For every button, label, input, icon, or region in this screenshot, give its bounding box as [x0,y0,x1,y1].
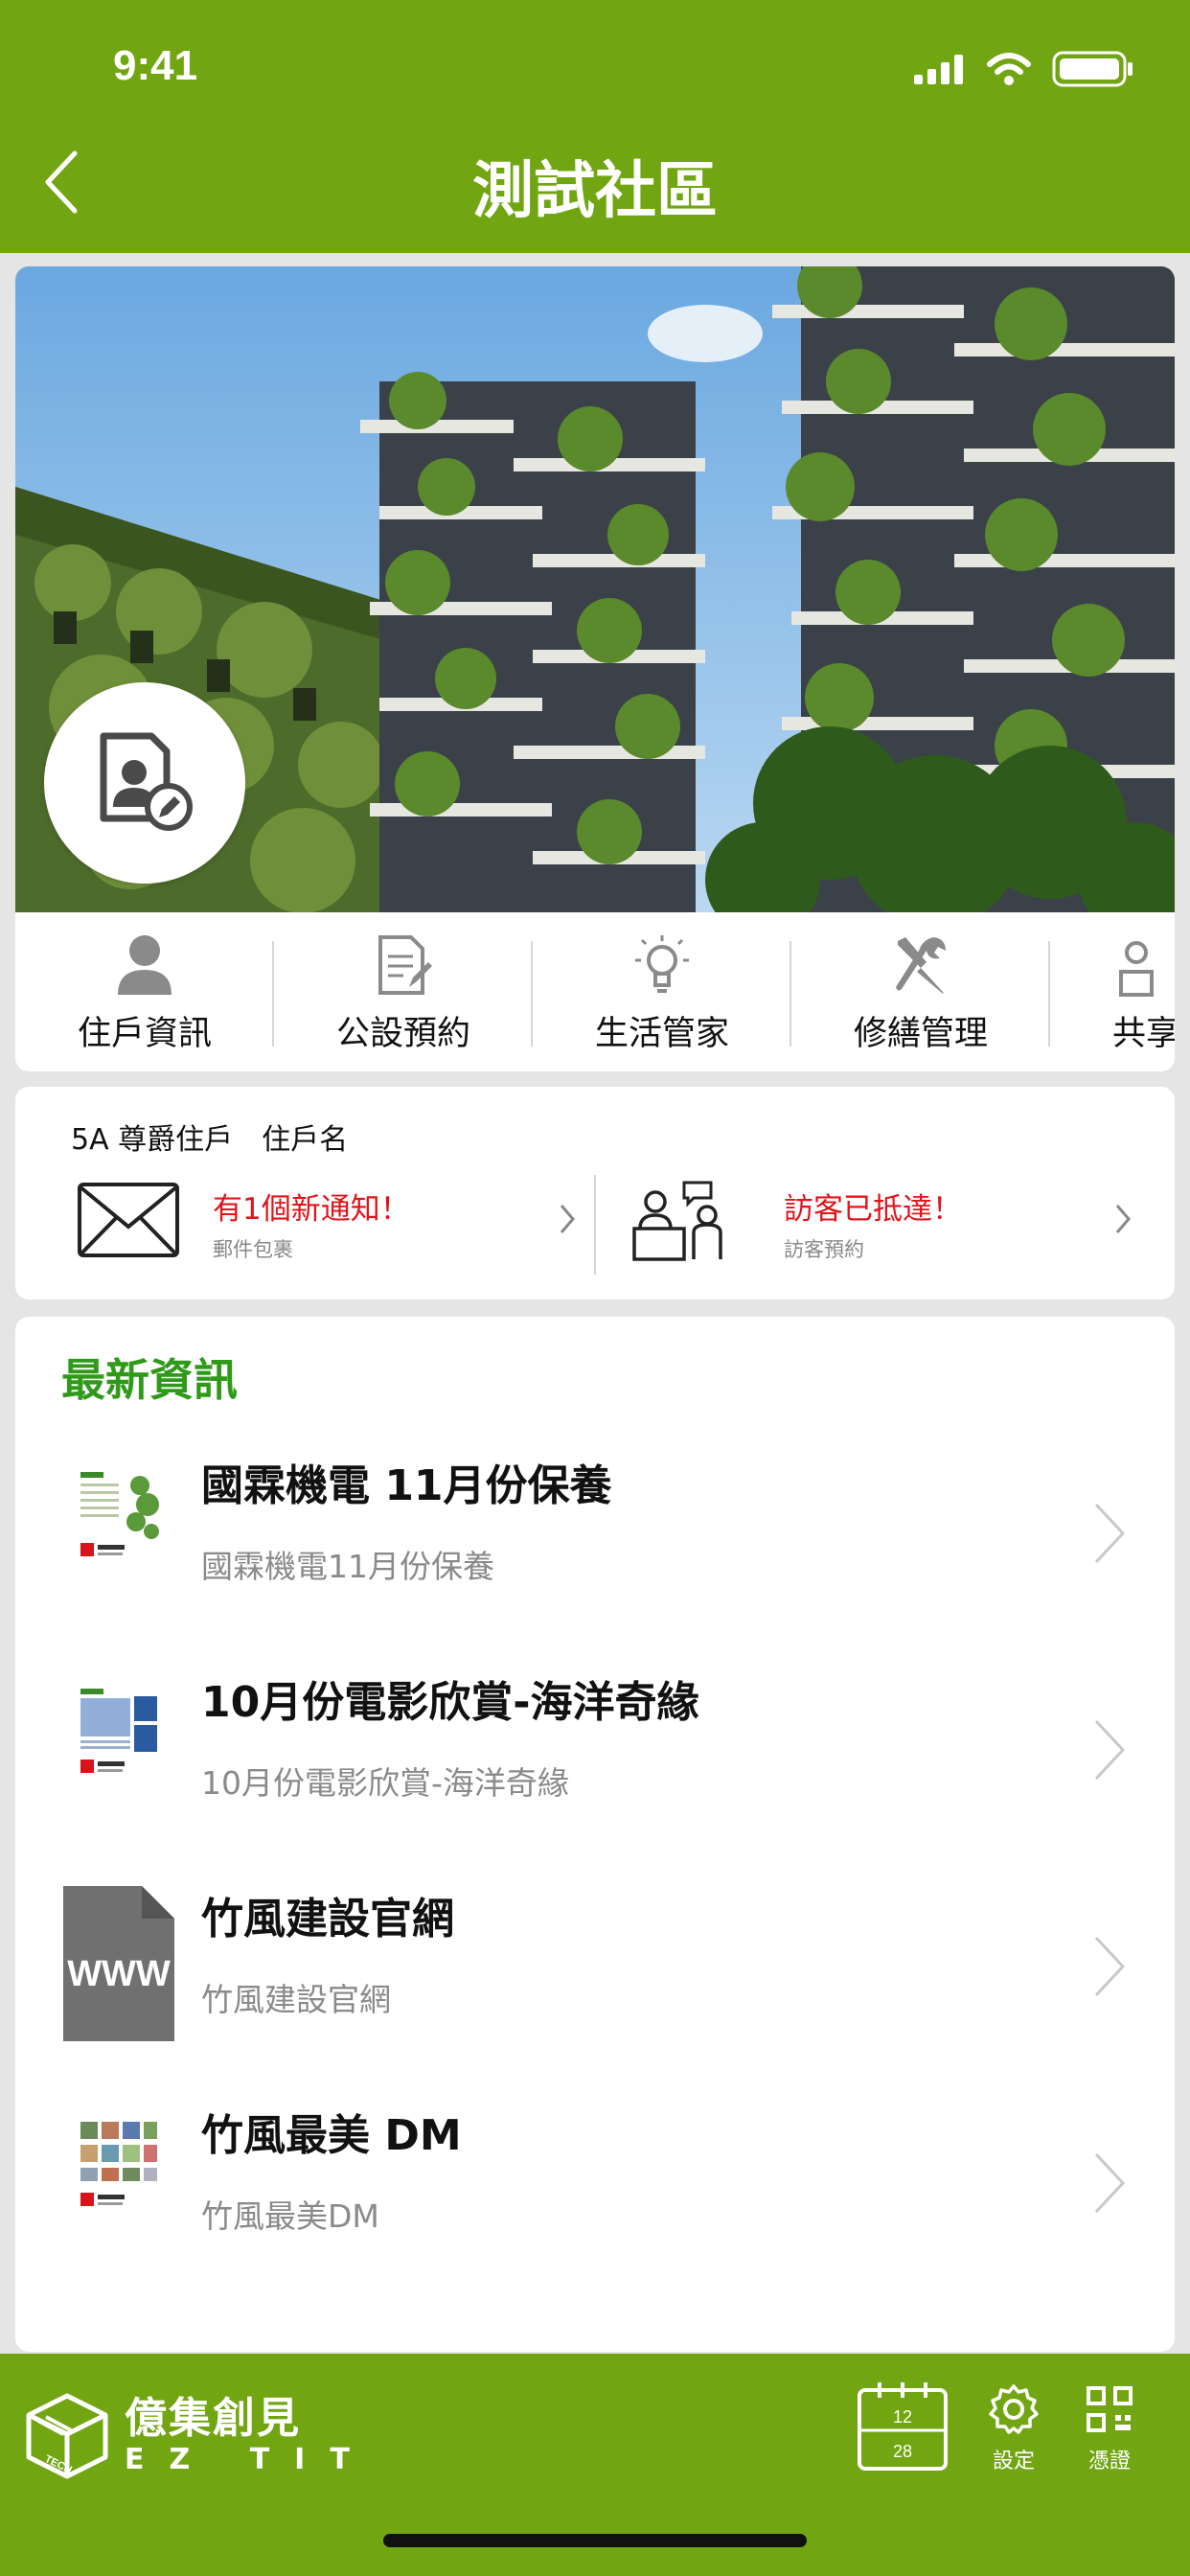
visitor-notification-title: 訪客已抵達！ [784,1192,962,1227]
edit-profile-button[interactable] [44,682,245,884]
brand-name-en: EZ TIT [125,2443,375,2476]
news-item[interactable]: 國霖機電 11月份保養 國霖機電11月份保養 [15,1451,1175,1666]
menu-item-life-butler[interactable]: 生活管家 [533,912,791,1071]
visitor-icon [632,1181,722,1261]
signal-icon [914,55,963,84]
news-item-title: 國霖機電 11月份保養 [201,1461,612,1510]
news-thumbnail [77,2118,161,2221]
home-indicator [383,2534,807,2547]
news-item[interactable]: 竹風最美 DM 竹風最美DM [15,2101,1175,2315]
news-item-title: 10月份電影欣賞-海洋奇緣 [201,1678,699,1727]
news-section-title: 最新資訊 [61,1354,238,1406]
wifi-icon [987,53,1031,85]
lightbulb-icon [635,935,689,993]
menu-item-share[interactable]: 共享 [1050,912,1175,1071]
user-icon [118,935,172,995]
menu-label: 修繕管理 [853,1015,988,1053]
news-thumbnail [77,1468,161,1572]
chevron-right-icon [1094,2152,1126,2214]
menu-label: 共享 [1112,1015,1175,1053]
news-item[interactable]: 10月份電影欣賞-海洋奇緣 10月份電影欣賞-海洋奇緣 [15,1668,1175,1882]
menu-label: 公設預約 [335,1015,470,1053]
community-banner-image [15,266,1175,912]
credential-button[interactable]: 憑證 [1071,2382,1148,2474]
chevron-right-icon [1115,1205,1131,1233]
edit-profile-icon [100,732,193,831]
mail-notification-subtitle: 郵件包裹 [213,1238,293,1261]
menu-label: 生活管家 [594,1015,729,1053]
brand-logo: TECH 億集創見 EZ TIT [25,2392,375,2480]
credential-label: 憑證 [1087,2450,1131,2473]
news-item-desc: 國霖機電11月份保養 [201,1548,494,1585]
mail-notification-title: 有1個新通知！ [213,1192,410,1227]
news-item-desc: 竹風建設官網 [201,1981,391,2018]
menu-label: 住戶資訊 [77,1015,212,1053]
status-time: 9:41 [113,42,198,89]
news-item-desc: 10月份電影欣賞-海洋奇緣 [201,1764,569,1802]
calendar-bottom-text: 28 [893,2442,912,2461]
mail-notification[interactable]: 有1個新通知！ 郵件包裹 [77,1179,594,1284]
resident-notify-card: 5A 尊爵住戶 住戶名 有1個新通知！ 郵件包裹 訪客已抵達！ 訪客預約 [15,1087,1175,1300]
resident-unit-label: 5A 尊爵住戶 [71,1123,234,1157]
news-item[interactable]: WWW 竹風建設官網 竹風建設官網 [15,1884,1175,2099]
brand-name-cn: 億集創見 [125,2394,301,2443]
settings-label: 設定 [992,2450,1035,2473]
chevron-right-icon [560,1205,575,1233]
visitor-notification-subtitle: 訪客預約 [784,1238,864,1261]
resident-name: 住戶名 [262,1123,349,1157]
chevron-right-icon [1094,1503,1126,1564]
settings-button[interactable]: 設定 [975,2382,1052,2474]
menu-item-repair-management[interactable]: 修繕管理 [791,912,1050,1071]
calendar-button[interactable]: 12 28 [857,2380,949,2476]
chevron-right-icon [1094,1936,1126,1997]
news-item-desc: 竹風最美DM [201,2197,379,2235]
chevron-right-icon [1094,1719,1126,1781]
hero-card: 住戶資訊 公設預約 生活管家 修繕管理 共享 [15,266,1175,1071]
menu-item-resident-info[interactable]: 住戶資訊 [15,912,274,1071]
resident-unit: 5A 尊爵住戶 住戶名 [71,1116,348,1158]
news-card: 最新資訊 國霖機電 11月份保養 國霖機電11月份保養 10月份電影欣賞-海洋奇… [15,1317,1175,2352]
feature-menu: 住戶資訊 公設預約 生活管家 修繕管理 共享 [15,912,1175,1071]
calendar-top-text: 12 [893,2407,912,2426]
gear-icon [989,2384,1039,2434]
news-item-title: 竹風最美 DM [201,2111,462,2160]
notify-divider [594,1175,596,1275]
web-file-label: WWW [67,1954,171,1994]
document-edit-icon [378,935,432,995]
web-file-icon: WWW [63,1886,174,2041]
qr-code-icon [1087,2386,1133,2432]
mail-icon [78,1183,179,1257]
app-header: 9:41 測試社區 [0,0,1190,253]
tools-icon [896,937,946,994]
page-title: 測試社區 [472,156,718,227]
status-icons [914,50,1134,88]
calendar-icon: 12 28 [858,2382,948,2471]
brand-cube-icon: TECH [26,2393,108,2479]
menu-item-facility-booking[interactable]: 公設預約 [274,912,533,1071]
battery-icon [1052,51,1133,87]
share-icon [1119,941,1154,997]
visitor-notification[interactable]: 訪客已抵達！ 訪客預約 [632,1179,1150,1284]
news-item-title: 竹風建設官網 [201,1895,454,1944]
news-thumbnail [77,1685,161,1788]
